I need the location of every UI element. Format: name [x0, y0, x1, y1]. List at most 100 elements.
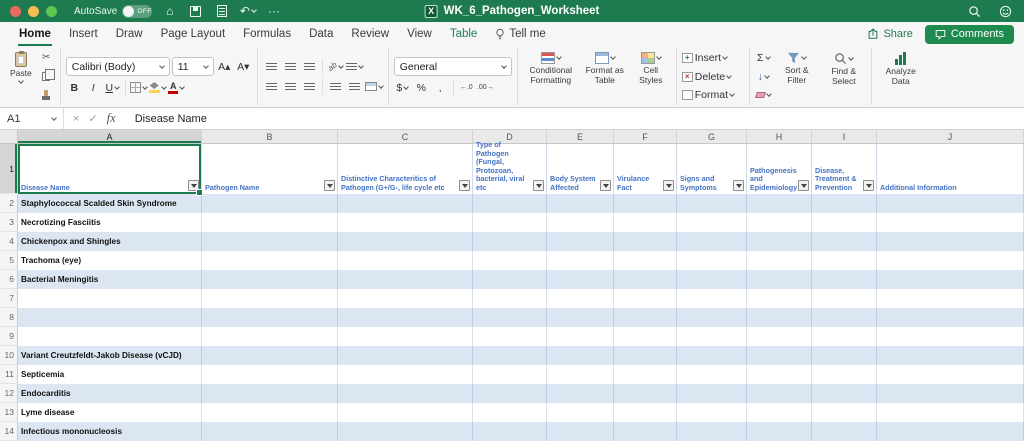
cell-B7[interactable] — [202, 289, 338, 308]
column-header-A[interactable]: A — [18, 130, 202, 143]
sort-filter-button[interactable]: Sort & Filter — [775, 50, 819, 88]
filter-button-D[interactable] — [533, 180, 544, 191]
tab-draw[interactable]: Draw — [107, 22, 152, 46]
cell-I8[interactable] — [812, 308, 877, 327]
cell-A13[interactable]: Lyme disease — [18, 403, 202, 422]
cell-H12[interactable] — [747, 384, 812, 403]
tab-data[interactable]: Data — [300, 22, 342, 46]
row-header-13[interactable]: 13 — [0, 403, 18, 422]
clear-button[interactable] — [754, 87, 772, 103]
cell-J7[interactable] — [877, 289, 1024, 308]
cell-A11[interactable]: Septicemia — [18, 365, 202, 384]
cell-I12[interactable] — [812, 384, 877, 403]
filter-button-F[interactable] — [663, 180, 674, 191]
cell-J9[interactable] — [877, 327, 1024, 346]
cell-E3[interactable] — [547, 213, 614, 232]
row-header-11[interactable]: 11 — [0, 365, 18, 384]
cell-D9[interactable] — [473, 327, 547, 346]
insert-cells-button[interactable]: + Insert — [681, 50, 744, 66]
orientation-button[interactable]: ab — [326, 58, 344, 75]
tab-page-layout[interactable]: Page Layout — [152, 22, 235, 46]
row-header-6[interactable]: 6 — [0, 270, 18, 289]
cell-C10[interactable] — [338, 346, 473, 365]
cell-H8[interactable] — [747, 308, 812, 327]
cell-J8[interactable] — [877, 308, 1024, 327]
cell-E4[interactable] — [547, 232, 614, 251]
fill-button[interactable]: ↓ — [755, 69, 772, 85]
tab-tell-me[interactable]: Tell me — [486, 22, 554, 46]
undo-button[interactable]: ↶ — [239, 3, 257, 19]
column-header-H[interactable]: H — [747, 130, 812, 143]
cell-C3[interactable] — [338, 213, 473, 232]
cell-E5[interactable] — [547, 251, 614, 270]
fill-color-button[interactable] — [148, 79, 167, 96]
increase-decimal-button[interactable]: ←.0 — [458, 79, 475, 96]
cell-C9[interactable] — [338, 327, 473, 346]
cell-A14[interactable]: Infectious mononucleosis — [18, 422, 202, 441]
cell-C14[interactable] — [338, 422, 473, 441]
font-color-button[interactable]: A — [168, 79, 186, 96]
header-cell-E1[interactable]: Body System Affected — [547, 144, 614, 194]
search-button[interactable] — [966, 3, 983, 19]
cancel-entry-button[interactable]: × — [73, 113, 79, 125]
merge-center-button[interactable] — [364, 78, 384, 95]
autosave-toggle[interactable]: AutoSave OFF — [74, 4, 153, 18]
align-left-button[interactable] — [263, 78, 280, 95]
cell-J5[interactable] — [877, 251, 1024, 270]
align-right-button[interactable] — [301, 78, 318, 95]
analyze-data-button[interactable]: Analyze Data — [877, 50, 925, 89]
cell-H4[interactable] — [747, 232, 812, 251]
select-all-corner[interactable] — [0, 130, 18, 143]
cell-B14[interactable] — [202, 422, 338, 441]
cell-D14[interactable] — [473, 422, 547, 441]
percent-format-button[interactable]: % — [413, 79, 430, 96]
cut-button[interactable]: ✂ — [38, 50, 55, 66]
autosum-button[interactable]: Σ — [755, 50, 772, 66]
cell-H10[interactable] — [747, 346, 812, 365]
header-cell-B1[interactable]: Pathogen Name — [202, 144, 338, 194]
cell-E8[interactable] — [547, 308, 614, 327]
cell-J13[interactable] — [877, 403, 1024, 422]
cell-G4[interactable] — [677, 232, 747, 251]
filter-button-H[interactable] — [798, 180, 809, 191]
cell-F9[interactable] — [614, 327, 677, 346]
cell-B6[interactable] — [202, 270, 338, 289]
header-cell-F1[interactable]: Virulance Fact — [614, 144, 677, 194]
cell-D6[interactable] — [473, 270, 547, 289]
save-button[interactable] — [187, 3, 204, 19]
cell-C8[interactable] — [338, 308, 473, 327]
more-commands-button[interactable]: ··· — [265, 3, 282, 19]
decrease-decimal-button[interactable]: .00→ — [477, 79, 494, 96]
header-cell-C1[interactable]: Distinctive Characteritics of Pathogen (… — [338, 144, 473, 194]
format-as-table-button[interactable]: Format as Table — [582, 50, 628, 88]
italic-button[interactable]: I — [85, 79, 102, 96]
cell-A6[interactable]: Bacterial Meningitis — [18, 270, 202, 289]
filter-button-E[interactable] — [600, 180, 611, 191]
print-button[interactable] — [213, 3, 230, 19]
cell-H13[interactable] — [747, 403, 812, 422]
cell-I4[interactable] — [812, 232, 877, 251]
cell-B8[interactable] — [202, 308, 338, 327]
cell-C7[interactable] — [338, 289, 473, 308]
cell-F2[interactable] — [614, 194, 677, 213]
cell-F10[interactable] — [614, 346, 677, 365]
cell-D4[interactable] — [473, 232, 547, 251]
cell-H7[interactable] — [747, 289, 812, 308]
cell-F5[interactable] — [614, 251, 677, 270]
home-quick-button[interactable]: ⌂ — [161, 3, 178, 19]
row-header-8[interactable]: 8 — [0, 308, 18, 327]
cell-J14[interactable] — [877, 422, 1024, 441]
cell-J4[interactable] — [877, 232, 1024, 251]
find-select-button[interactable]: Find & Select — [822, 50, 866, 89]
cell-C13[interactable] — [338, 403, 473, 422]
cell-I10[interactable] — [812, 346, 877, 365]
cell-J6[interactable] — [877, 270, 1024, 289]
filter-button-B[interactable] — [324, 180, 335, 191]
cell-A5[interactable]: Trachoma (eye) — [18, 251, 202, 270]
row-header-4[interactable]: 4 — [0, 232, 18, 251]
cell-J10[interactable] — [877, 346, 1024, 365]
cell-I9[interactable] — [812, 327, 877, 346]
cell-B10[interactable] — [202, 346, 338, 365]
cell-I5[interactable] — [812, 251, 877, 270]
cell-G5[interactable] — [677, 251, 747, 270]
